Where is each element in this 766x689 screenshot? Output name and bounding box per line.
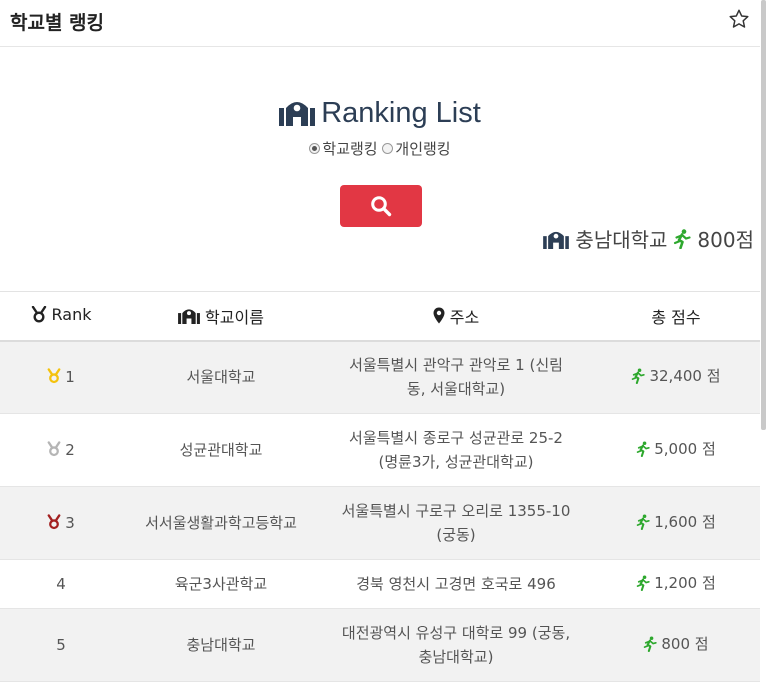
school-name: 서서울생활과학고등학교 xyxy=(145,514,297,532)
school-name: 성균관대학교 xyxy=(179,441,263,459)
rank-value: 1 xyxy=(65,368,75,387)
radio-school-label: 학교랭킹 xyxy=(322,140,378,158)
header-school-label: 학교이름 xyxy=(205,307,264,327)
address-text: 대전광역시 유성구 대학로 99 (궁동, 충남대학교) xyxy=(341,624,571,666)
rank-cell: 5 xyxy=(0,608,122,682)
address-text: 경북 영천시 고경면 호국로 496 xyxy=(356,575,556,593)
school-name: 서울대학교 xyxy=(186,368,256,387)
radio-personal-label: 개인랭킹 xyxy=(395,140,451,158)
gold-medal-icon xyxy=(47,368,61,384)
table-row[interactable]: 3 서서울생활과학고등학교 서울특별시 구로구 오리로 1355-10 (궁동)… xyxy=(0,486,760,560)
medal-icon xyxy=(31,305,46,323)
header-address[interactable]: 주소 xyxy=(320,291,592,342)
rank-cell: 3 xyxy=(0,486,122,560)
address-cell: 서울특별시 종로구 성균관로 25-2 (명륜3가, 성균관대학교) xyxy=(320,413,592,487)
runner-icon xyxy=(636,513,650,530)
score-cell: 1,600 점 xyxy=(592,486,760,560)
school-cell: 충남대학교 xyxy=(122,608,320,682)
star-outline-icon[interactable] xyxy=(728,8,750,30)
ranking-title: Ranking List xyxy=(0,95,760,130)
rank-value: 5 xyxy=(56,636,66,654)
score-cell: 5,000 점 xyxy=(592,413,760,487)
runner-icon xyxy=(636,574,650,591)
scrollbar[interactable] xyxy=(761,0,766,430)
table-row[interactable]: 1 서울대학교 서울특별시 관악구 관악로 1 (신림동, 서울대학교) 32,… xyxy=(0,340,760,414)
radio-school-ranking[interactable]: 학교랭킹 xyxy=(309,138,378,159)
silver-medal-icon xyxy=(47,441,61,457)
address-cell: 서울특별시 구로구 오리로 1355-10 (궁동) xyxy=(320,486,592,560)
header-score[interactable]: 총 점수 xyxy=(592,291,760,342)
score-value: 800 점 xyxy=(661,634,709,653)
header-rank-label: Rank xyxy=(51,304,92,324)
header-score-label: 총 점수 xyxy=(651,307,701,327)
school-cell: 서서울생활과학고등학교 xyxy=(122,486,320,560)
header-address-label: 주소 xyxy=(449,307,480,327)
address-cell: 대전광역시 유성구 대학로 99 (궁동, 충남대학교) xyxy=(320,608,592,682)
score-value: 1,200 점 xyxy=(654,573,716,592)
school-cell: 서울대학교 xyxy=(122,340,320,414)
runner-icon xyxy=(674,228,692,249)
runner-icon xyxy=(644,635,658,652)
map-marker-icon xyxy=(433,307,445,324)
address-text: 서울특별시 구로구 오리로 1355-10 (궁동) xyxy=(341,502,571,544)
rank-value: 2 xyxy=(65,441,75,459)
radio-dot-checked[interactable] xyxy=(309,143,321,154)
school-icon xyxy=(178,309,200,324)
score-value: 5,000 점 xyxy=(654,439,716,458)
address-text: 서울특별시 관악구 관악로 1 (신림동, 서울대학교) xyxy=(349,356,563,399)
my-school-score-value: 800점 xyxy=(697,228,754,252)
address-text: 서울특별시 종로구 성균관로 25-2 (명륜3가, 성균관대학교) xyxy=(349,429,563,471)
school-icon xyxy=(543,231,570,249)
school-cell: 성균관대학교 xyxy=(122,413,320,487)
table-row[interactable]: 4 육군3사관학교 경북 영천시 고경면 호국로 496 1,200 점 xyxy=(0,559,760,609)
rank-value: 3 xyxy=(65,514,75,532)
search-icon xyxy=(371,196,392,217)
header-school[interactable]: 학교이름 xyxy=(122,291,320,342)
rank-value: 4 xyxy=(56,575,66,593)
school-name: 충남대학교 xyxy=(186,636,256,654)
table-header-row: Rank 학교이름 주소 총 점수 xyxy=(0,291,760,342)
my-school-name: 충남대학교 xyxy=(575,228,668,252)
address-cell: 서울특별시 관악구 관악로 1 (신림동, 서울대학교) xyxy=(320,340,592,414)
score-cell: 32,400 점 xyxy=(592,340,760,414)
radio-personal-ranking[interactable]: 개인랭킹 xyxy=(382,138,451,159)
runner-icon xyxy=(636,440,650,457)
score-cell: 1,200 점 xyxy=(592,559,760,609)
bronze-medal-icon xyxy=(47,514,61,530)
score-value: 32,400 점 xyxy=(649,366,721,385)
search-button[interactable] xyxy=(340,185,422,227)
ranking-type-filter: 학교랭킹 개인랭킹 xyxy=(0,138,760,159)
score-cell: 800 점 xyxy=(592,608,760,682)
runner-icon xyxy=(632,368,646,384)
rank-cell: 1 xyxy=(0,340,122,414)
header-rank[interactable]: Rank xyxy=(0,291,122,342)
ranking-title-text: Ranking List xyxy=(321,97,481,129)
top-bar: 학교별 랭킹 xyxy=(0,0,760,47)
radio-dot-unchecked[interactable] xyxy=(382,143,394,154)
address-cell: 경북 영천시 고경면 호국로 496 xyxy=(320,559,592,609)
my-school-score: 충남대학교 800점 xyxy=(543,224,754,253)
table-row[interactable]: 5 충남대학교 대전광역시 유성구 대학로 99 (궁동, 충남대학교) 800… xyxy=(0,608,760,682)
school-cell: 육군3사관학교 xyxy=(122,559,320,609)
table-row[interactable]: 2 성균관대학교 서울특별시 종로구 성균관로 25-2 (명륜3가, 성균관대… xyxy=(0,413,760,487)
ranking-table: Rank 학교이름 주소 총 점수 1 서울대학교 서울특별시 관악구 관악로 … xyxy=(0,291,760,682)
rank-cell: 4 xyxy=(0,559,122,609)
school-name: 육군3사관학교 xyxy=(174,575,268,593)
page-title: 학교별 랭킹 xyxy=(10,12,105,34)
score-value: 1,600 점 xyxy=(654,512,716,531)
rank-cell: 2 xyxy=(0,413,122,487)
school-icon xyxy=(279,102,316,126)
